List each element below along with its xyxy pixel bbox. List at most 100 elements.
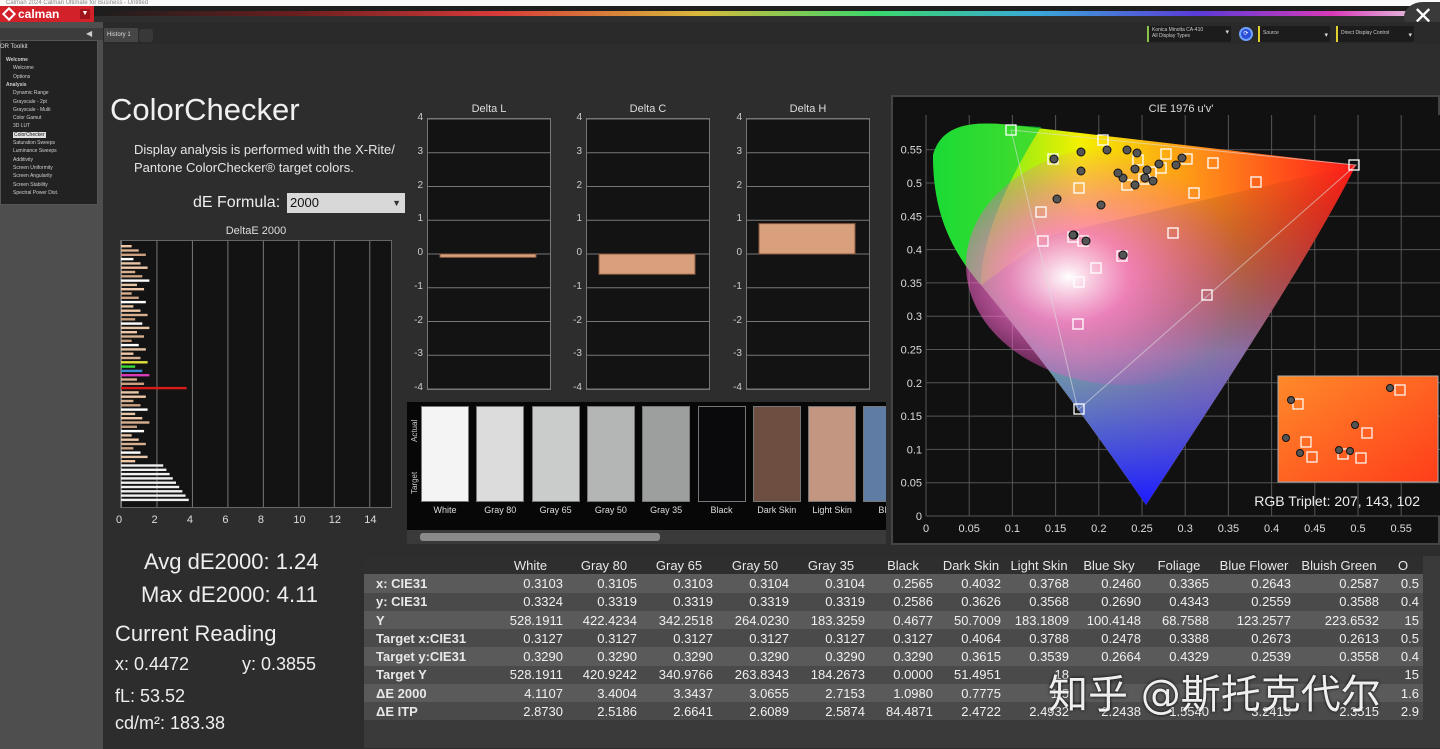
column-header[interactable]: Foliage: [1145, 556, 1213, 575]
column-header[interactable]: Light Skin: [1005, 556, 1073, 575]
color-swatch[interactable]: [476, 406, 525, 502]
calman-logo-button[interactable]: calman ▼: [0, 6, 94, 22]
cie-measured-point: [1118, 250, 1128, 260]
rgb-triplet: RGB Triplet: 207, 143, 102: [1254, 493, 1420, 509]
nav-item[interactable]: Additivity: [13, 157, 33, 163]
column-header[interactable]: Dark Skin: [937, 556, 1005, 575]
column-header[interactable]: Gray 35: [793, 556, 869, 575]
chevron-down-icon: ▾: [1408, 32, 1412, 39]
nav-item[interactable]: Luminance Sweeps: [13, 148, 57, 154]
de-bar: [121, 374, 150, 377]
delta-ytick: 4: [417, 112, 423, 123]
column-header[interactable]: Gray 50: [717, 556, 793, 575]
source-label: Source: [1263, 30, 1279, 36]
de-bar: [121, 477, 173, 480]
color-swatch[interactable]: [752, 406, 801, 502]
tab-history-1[interactable]: History 1: [104, 28, 138, 42]
de-bar: [121, 262, 141, 265]
delta-chart: [746, 118, 871, 390]
de-formula-select[interactable]: 2000 ▼: [287, 193, 405, 213]
swatch-scroll-thumb[interactable]: [420, 533, 660, 541]
inset-measured-point: [1351, 421, 1359, 429]
nav-item[interactable]: ColorChecker: [13, 131, 46, 138]
de-bar: [121, 292, 132, 295]
cie-measured-point: [1081, 236, 1091, 246]
nav-item[interactable]: Saturation Sweeps: [13, 140, 55, 146]
sync-icon[interactable]: ⟳: [1239, 27, 1253, 41]
column-header[interactable]: Gray 65: [641, 556, 717, 575]
column-header[interactable]: Gray 80: [567, 556, 641, 575]
table-cell: 0.2460: [1073, 574, 1145, 593]
de-bar: [121, 335, 145, 338]
column-header[interactable]: Blue Sky: [1073, 556, 1145, 575]
nav-item[interactable]: Grayscale - Multi: [13, 107, 51, 113]
cie-title: CIE 1976 u'v': [1149, 103, 1214, 115]
cie-xtick: 0.2: [1091, 523, 1106, 535]
add-tab-button[interactable]: [139, 29, 153, 42]
collapse-arrow-icon[interactable]: ◀: [86, 28, 100, 40]
meter-selector[interactable]: Konica Minolta CA-410 All Display Types …: [1147, 26, 1231, 42]
de-bar: [121, 404, 141, 407]
table-cell: 0.4032: [937, 574, 1005, 593]
chevron-down-icon: ▾: [1324, 32, 1328, 39]
de-bar: [121, 249, 139, 252]
column-header[interactable]: O: [1383, 556, 1423, 575]
de-bar: [121, 378, 137, 381]
nav-item[interactable]: Screen Angularity: [13, 173, 52, 179]
table-cell: 184.2673: [793, 665, 869, 685]
delta-chart-title: Delta H: [789, 103, 827, 115]
de-bar: [121, 313, 148, 317]
nav-item[interactable]: 3D LUT: [13, 123, 30, 129]
cie-measured-point: [1142, 165, 1152, 175]
de-bar: [121, 451, 141, 454]
color-swatch[interactable]: [642, 406, 691, 502]
column-header[interactable]: Bluish Green: [1295, 556, 1383, 575]
de-bar: [121, 425, 137, 428]
row-header: y: CIE31: [364, 592, 494, 611]
table-cell: 2.4722: [937, 702, 1005, 721]
nav-item[interactable]: Color Gamut: [13, 115, 41, 121]
color-swatch[interactable]: [863, 406, 886, 502]
nav-item[interactable]: Dynamic Range: [13, 90, 49, 96]
cie-ytick: 0: [916, 511, 922, 523]
color-swatch[interactable]: [808, 406, 857, 502]
column-header[interactable]: Blue Flower: [1213, 556, 1295, 575]
swatch-label: White: [433, 505, 457, 515]
de-xtick: 2: [151, 514, 158, 526]
nav-item[interactable]: Analysis: [6, 82, 27, 88]
cie-measured-point: [1130, 164, 1140, 174]
de-bar: [121, 490, 183, 493]
delta-ytick: -2: [414, 314, 423, 326]
color-swatch[interactable]: [421, 406, 469, 502]
nav-item[interactable]: Options: [13, 74, 30, 80]
table-cell: 0.3788: [1005, 629, 1073, 648]
delta-ytick: -1: [414, 280, 423, 292]
color-swatch[interactable]: [586, 406, 635, 502]
table-cell: 0.3626: [937, 592, 1005, 611]
de-bar: [121, 481, 176, 484]
swatch-label: Light Skin: [812, 505, 852, 515]
de-xtick: 14: [364, 514, 377, 526]
de-bar: [121, 339, 132, 342]
column-header[interactable]: Black: [869, 556, 937, 575]
table-cell: 0.3290: [793, 647, 869, 666]
table-cell: 2.9: [1383, 702, 1423, 721]
nav-item[interactable]: Screen Stability: [13, 182, 48, 188]
source-selector[interactable]: Source ▾: [1258, 26, 1330, 42]
table-cell: 2.6641: [641, 702, 717, 721]
delta-ytick: -1: [733, 280, 742, 292]
de-bar: [121, 348, 146, 351]
nav-item[interactable]: Welcome: [6, 57, 28, 63]
display-selector[interactable]: Direct Display Control ▾: [1336, 26, 1414, 42]
nav-item[interactable]: Screen Uniformity: [13, 165, 53, 171]
inset-measured-point: [1282, 434, 1290, 442]
nav-item[interactable]: Grayscale - 2pt: [13, 99, 47, 105]
row-header: x: CIE31: [364, 574, 494, 593]
color-swatch[interactable]: [531, 406, 580, 502]
de-formula-value: 2000: [290, 195, 319, 210]
color-swatch[interactable]: [697, 406, 746, 502]
nav-item[interactable]: Welcome: [13, 65, 34, 71]
column-header[interactable]: White: [494, 556, 567, 575]
nav-item[interactable]: Spectral Power Dist.: [13, 190, 58, 196]
table-scrollbar[interactable]: [364, 720, 1440, 734]
